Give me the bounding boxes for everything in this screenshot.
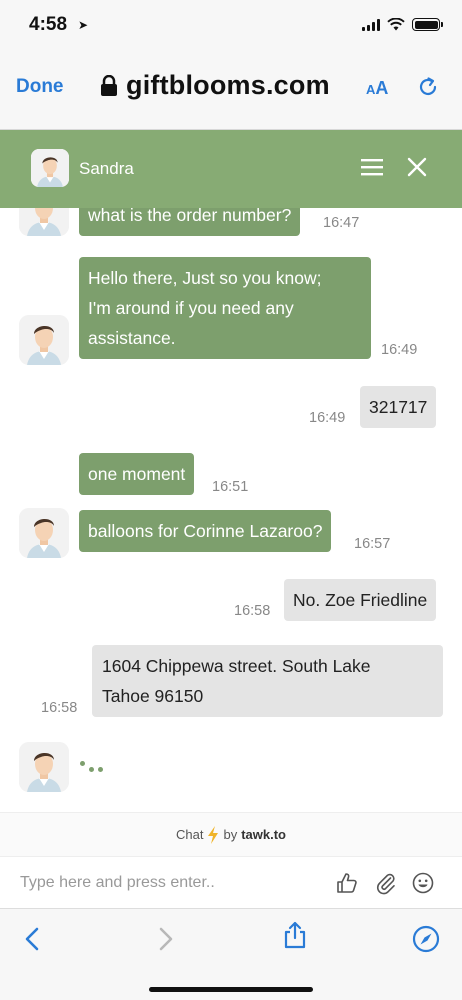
reload-icon[interactable]	[416, 75, 440, 99]
agent-message-bubble: one moment	[79, 453, 195, 495]
agent-name: Sandra	[79, 159, 134, 178]
lightning-bolt-icon	[208, 825, 219, 844]
thumbs-up-icon[interactable]	[335, 871, 359, 895]
text-size-big-label: A	[375, 78, 389, 98]
browser-toolbar	[0, 908, 462, 1000]
visitor-message-bubble: No. Zoe Friedline	[284, 579, 437, 621]
cellular-signal-icon	[362, 18, 380, 31]
agent-message-bubble: what is the order number?	[79, 208, 301, 236]
wifi-icon	[387, 18, 405, 31]
agent-message-bubble: balloons for Corinne Lazaroo?	[79, 510, 332, 552]
message-timestamp: 16:51	[212, 479, 249, 495]
visitor-message-bubble: 1604 Chippewa street. South Lake Tahoe 9…	[92, 645, 443, 717]
message-line: Tahoe 96150	[102, 686, 204, 706]
agent-avatar	[19, 742, 69, 792]
browser-bar: Done giftblooms.com AA	[0, 56, 462, 130]
message-input[interactable]	[20, 869, 320, 897]
battery-icon	[412, 18, 443, 31]
share-icon[interactable]	[281, 921, 309, 949]
back-icon[interactable]	[19, 925, 47, 953]
compass-icon[interactable]	[412, 925, 440, 953]
message-text: one moment	[88, 464, 186, 484]
message-line: 1604 Chippewa street. South Lake	[102, 656, 371, 676]
emoji-icon[interactable]	[411, 871, 435, 895]
text-size-small-label: A	[366, 82, 376, 97]
message-text: 321717	[369, 397, 428, 417]
address-bar[interactable]: giftblooms.com	[100, 70, 330, 101]
status-time: 4:58	[29, 14, 68, 35]
message-timestamp: 16:49	[381, 342, 418, 358]
agent-avatar	[19, 208, 69, 236]
done-button[interactable]: Done	[16, 76, 64, 98]
message-text: balloons for Corinne Lazaroo?	[88, 521, 323, 541]
powered-by-chat-label: Chat	[176, 827, 204, 842]
text-size-button[interactable]: AA	[366, 78, 388, 99]
message-timestamp: 16:49	[309, 410, 346, 426]
location-arrow-icon: ➤	[78, 18, 89, 32]
visitor-message-bubble: 321717	[360, 386, 437, 428]
message-timestamp: 16:47	[323, 215, 360, 231]
status-bar: 4:58 ➤	[0, 0, 462, 56]
close-icon[interactable]	[407, 157, 427, 177]
url-text: giftblooms.com	[126, 70, 330, 100]
paperclip-icon[interactable]	[374, 871, 398, 895]
home-indicator[interactable]	[149, 987, 313, 992]
message-timestamp: 16:57	[354, 536, 391, 552]
powered-by-brand: tawk.to	[241, 827, 286, 842]
powered-by[interactable]: Chat by tawk.to	[0, 812, 462, 856]
forward-icon[interactable]	[151, 925, 179, 953]
chat-header: Sandra	[0, 130, 462, 208]
message-line: assistance.	[88, 328, 176, 348]
agent-avatar	[19, 315, 69, 365]
message-timestamp: 16:58	[234, 603, 271, 619]
agent-avatar	[31, 149, 69, 187]
message-line: Hello there, Just so you know;	[88, 268, 322, 288]
lock-icon	[101, 74, 117, 96]
status-icons	[362, 18, 443, 31]
message-text: No. Zoe Friedline	[293, 590, 428, 610]
message-line: I'm around if you need any	[88, 298, 294, 318]
typing-indicator	[80, 761, 103, 772]
message-text: what is the order number?	[88, 208, 292, 225]
message-composer	[0, 856, 462, 908]
agent-avatar	[19, 508, 69, 558]
menu-icon[interactable]	[361, 158, 383, 176]
message-list[interactable]: what is the order number? 16:47 Hello th…	[0, 208, 462, 812]
message-timestamp: 16:58	[41, 700, 78, 716]
powered-by-label: by	[223, 827, 238, 842]
agent-message-bubble: Hello there, Just so you know; I'm aroun…	[79, 257, 371, 359]
